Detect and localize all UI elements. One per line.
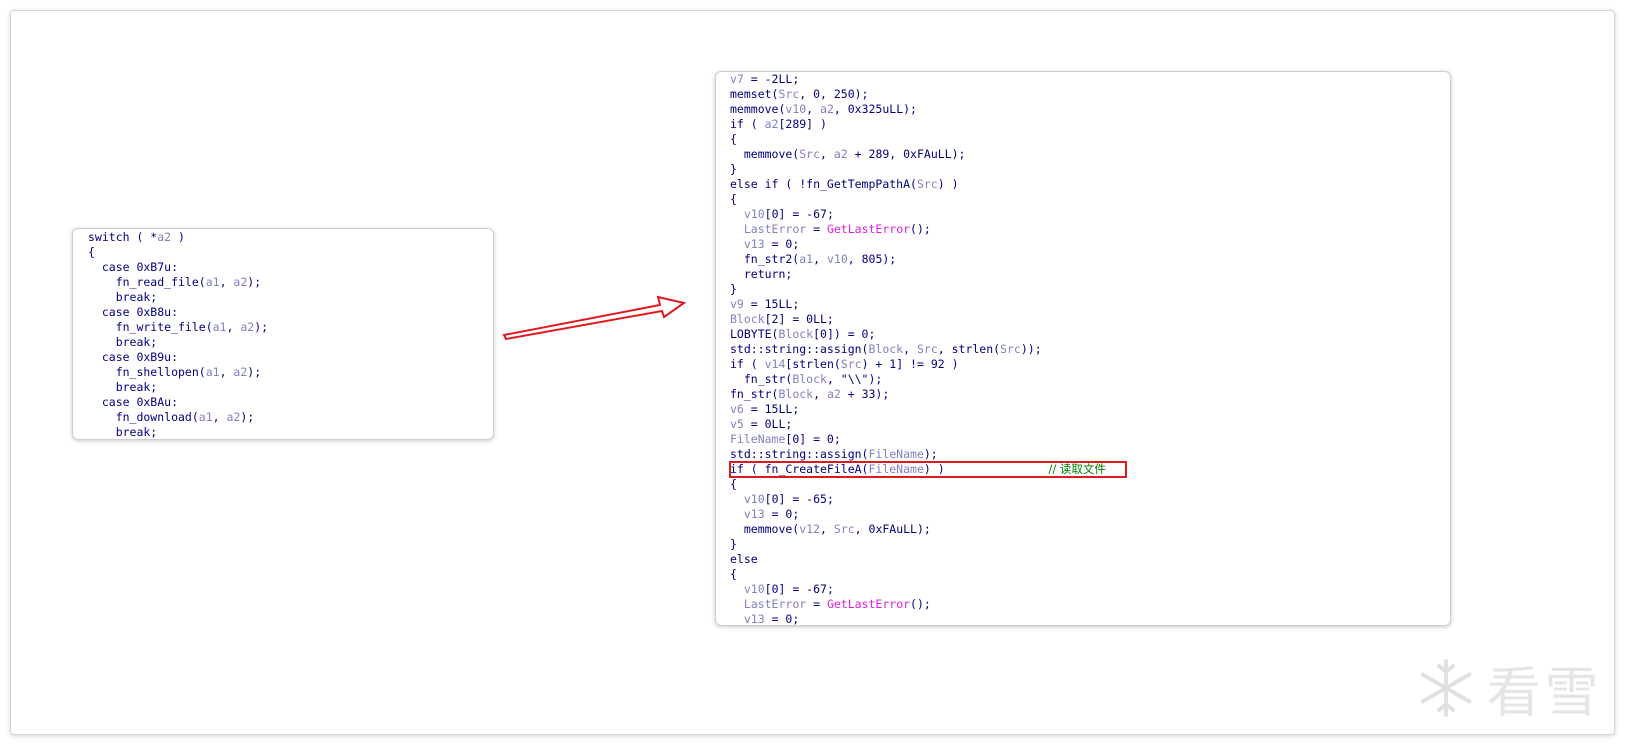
code-line: v5 = 0LL; — [730, 417, 793, 431]
code-line: else — [730, 552, 758, 566]
code-line: FileName[0] = 0; — [730, 432, 841, 446]
code-line: { — [730, 567, 737, 581]
code-line: LOBYTE(Block[0]) = 0; — [730, 327, 876, 341]
code-line: fn_str(Block, "\\"); — [730, 372, 883, 386]
code-line: fn_read_file(a1, a2); — [88, 275, 262, 289]
code-line: switch ( *a2 ) — [88, 230, 185, 244]
code-line: fn_download(a1, a2); — [88, 410, 255, 424]
code-line: memset(Src, 0, 250); — [730, 87, 869, 101]
code-line: } — [730, 282, 737, 296]
code-line: v9 = 15LL; — [730, 297, 800, 311]
code-line: v10[0] = -67; — [743, 207, 834, 221]
left-code-panel: switch ( *a2 ) { case 0xB7u: fn_read_fil… — [72, 228, 494, 440]
code-line: memmove(v12, Src, 0xFAuLL); — [730, 522, 931, 536]
snowflake-icon — [1420, 658, 1472, 717]
code-line: std::string::assign(Block, Src, strlen(S… — [730, 342, 1042, 356]
red-arrow-icon — [502, 295, 687, 340]
code-line: else if ( !fn_GetTempPathA(Src) ) — [730, 177, 959, 191]
code-line: LastError = GetLastError(); — [743, 222, 931, 236]
code-line: case 0xB8u: — [88, 305, 179, 319]
code-line: LastError = GetLastError(); — [743, 597, 931, 611]
right-code-panel: v7 = -2LL; memset(Src, 0, 250); memmove(… — [715, 71, 1451, 626]
code-line: } — [730, 162, 737, 176]
code-line: if ( a2[289] ) — [730, 117, 827, 131]
code-line: { — [730, 192, 737, 206]
code-line: fn_write_file(a1, a2); — [88, 320, 269, 334]
code-line: } — [730, 537, 737, 551]
code-line: fn_shellopen(a1, a2); — [88, 365, 262, 379]
highlight-box — [729, 461, 1127, 478]
code-line: case 0xB7u: — [88, 260, 179, 274]
code-line: v13 = 0; — [743, 507, 800, 521]
watermark-text: 看雪 — [1486, 661, 1603, 724]
code-line: break; — [88, 290, 158, 304]
code-line: { — [730, 132, 737, 146]
code-line: { — [730, 477, 737, 491]
code-line: break; — [88, 425, 158, 439]
code-line: v10[0] = -67; — [743, 582, 834, 596]
code-line: if ( v14[strlen(Src) + 1] != 92 ) — [730, 357, 959, 371]
code-line: v10[0] = -65; — [743, 492, 834, 506]
code-line: fn_str(Block, a2 + 33); — [730, 387, 890, 401]
code-line: break; — [88, 380, 158, 394]
code-line: std::string::assign(FileName); — [730, 447, 938, 461]
code-line: v7 = -2LL; — [730, 72, 800, 86]
code-line: v6 = 15LL; — [730, 402, 800, 416]
code-line: v13 = 0; — [743, 237, 800, 251]
watermark: 看雪 — [1415, 648, 1603, 727]
code-line: memmove(Src, a2 + 289, 0xFAuLL); — [730, 147, 966, 161]
code-line: return; — [730, 267, 793, 281]
code-line: break; — [88, 335, 158, 349]
code-line: case 0xB9u: — [88, 350, 179, 364]
code-line: v13 = 0; — [743, 612, 800, 626]
code-line: fn_str2(a1, v10, 805); — [730, 252, 897, 266]
code-line: memmove(v10, a2, 0x325uLL); — [730, 102, 917, 116]
code-line: Block[2] = 0LL; — [730, 312, 834, 326]
code-line: case 0xBAu: — [88, 395, 179, 409]
code-line: { — [88, 245, 95, 259]
